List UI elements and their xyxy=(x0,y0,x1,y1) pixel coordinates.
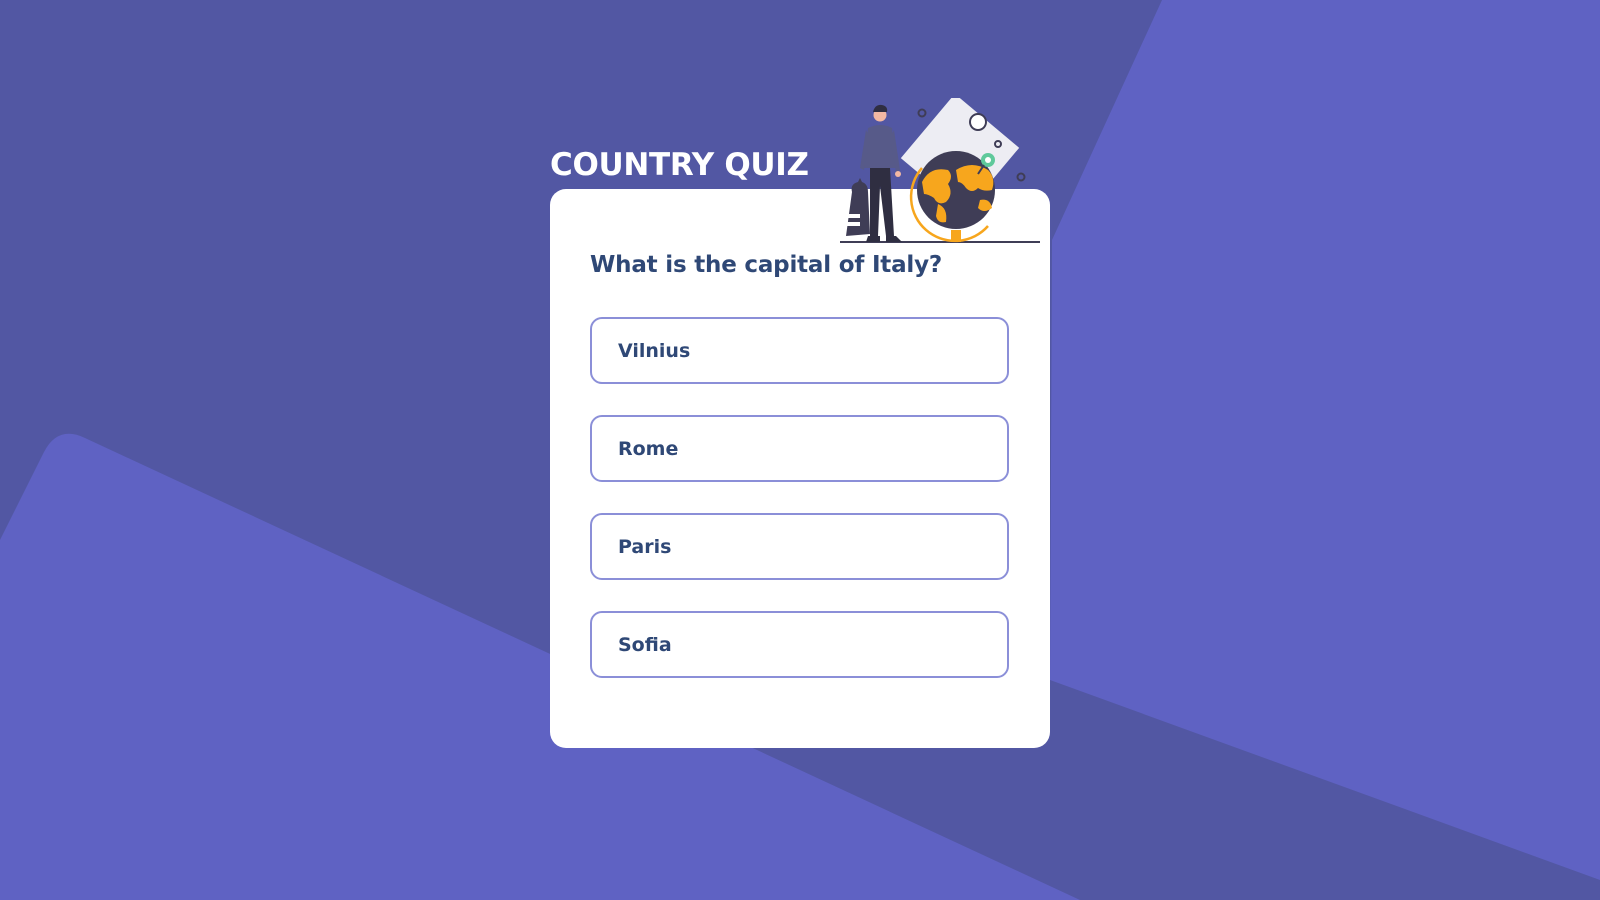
quiz-title: COUNTRY QUIZ xyxy=(550,147,809,183)
quiz-card: What is the capital of Italy? Vilnius Ro… xyxy=(550,189,1050,748)
answer-options: Vilnius Rome Paris Sofia xyxy=(590,317,1009,709)
answer-option-paris[interactable]: Paris xyxy=(590,513,1009,580)
traveler-figure xyxy=(844,104,902,242)
answer-option-label: Rome xyxy=(618,437,679,460)
answer-option-label: Vilnius xyxy=(618,339,691,362)
answer-option-vilnius[interactable]: Vilnius xyxy=(590,317,1009,384)
question-text: What is the capital of Italy? xyxy=(590,252,943,278)
answer-option-rome[interactable]: Rome xyxy=(590,415,1009,482)
answer-option-label: Paris xyxy=(618,535,672,558)
answer-option-sofia[interactable]: Sofia xyxy=(590,611,1009,678)
answer-option-label: Sofia xyxy=(618,633,672,656)
traveler-with-globe-illustration xyxy=(840,98,1040,243)
